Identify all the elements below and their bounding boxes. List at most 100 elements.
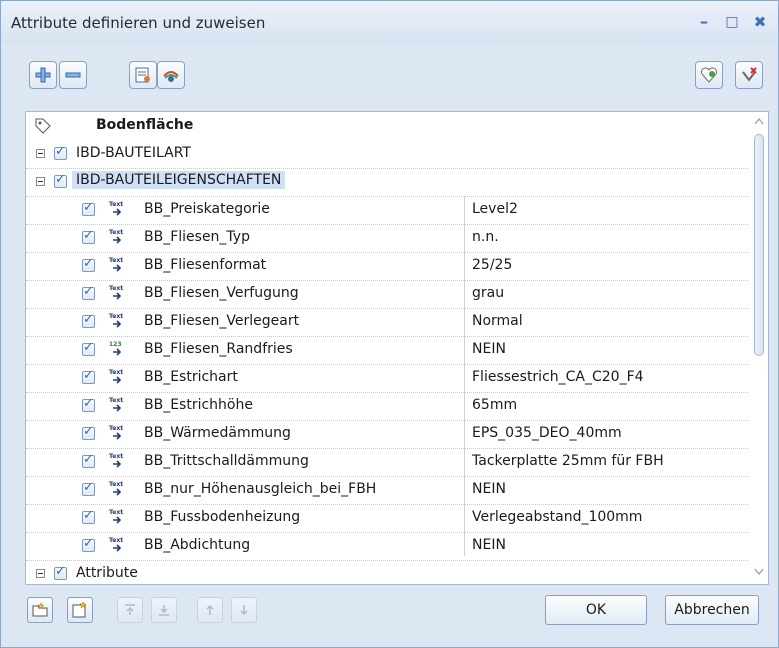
move-up-button[interactable] [197,597,223,623]
attribute-row[interactable]: Text BB_Fliesen_Verfugung grau [26,280,748,309]
delete-attribute-icon [742,67,757,82]
attribute-value[interactable]: NEIN [472,537,506,553]
attribute-checkbox[interactable] [82,396,95,412]
scroll-down-icon [754,568,764,576]
attribute-value[interactable]: Fliessestrich_CA_C20_F4 [472,369,644,385]
svg-text:Text: Text [109,537,123,544]
attribute-row[interactable]: Text BB_nur_Höhenausgleich_bei_FBH NEIN [26,476,748,505]
attribute-row[interactable]: Text BB_Trittschalldämmung Tackerplatte 25… [26,448,748,477]
add-attribute-icon [701,67,717,83]
move-top-button[interactable] [117,597,143,623]
attribute-checkbox[interactable] [82,508,95,524]
text-type-icon: Text [109,285,123,300]
group-label: IBD-BAUTEILART [76,145,191,161]
attribute-value[interactable]: Verlegeabstand_100mm [472,509,642,525]
move-down-button[interactable] [231,597,257,623]
attribute-row[interactable]: Text BB_Estrichhöhe 65mm [26,392,748,421]
group-checkbox[interactable] [54,564,67,580]
attribute-checkbox[interactable] [82,340,95,356]
move-bottom-button[interactable] [151,597,177,623]
attribute-value[interactable]: Tackerplatte 25mm für FBH [472,453,664,469]
collapse-toggle[interactable] [36,569,45,578]
svg-text:Text: Text [109,201,123,208]
attribute-value[interactable]: NEIN [472,341,506,357]
attribute-checkbox[interactable] [82,480,95,496]
svg-text:Text: Text [109,229,123,236]
scroll-thumb[interactable] [754,134,764,356]
attribute-row[interactable]: Text BB_Abdichtung NEIN [26,532,748,561]
attribute-value[interactable]: 65mm [472,397,517,413]
attribute-checkbox[interactable] [82,452,95,468]
expand-all-button[interactable] [29,61,57,89]
attribute-name: BB_Estrichart [144,369,238,385]
attribute-row[interactable]: Text BB_Wärmedämmung EPS_035_DEO_40mm [26,420,748,449]
tree-group[interactable]: Attribute [26,560,748,584]
select-attributes-button[interactable] [129,61,157,89]
attribute-name: BB_Fliesen_Verfugung [144,285,299,301]
text-type-icon: Text [109,257,123,272]
close-button[interactable]: ✖ [749,11,771,33]
maximize-button[interactable]: □ [721,11,743,33]
text-type-icon: Text [109,537,123,552]
attribute-value[interactable]: 25/25 [472,257,512,273]
svg-text:Text: Text [109,481,123,488]
attribute-checkbox[interactable] [82,200,95,216]
text-type-icon: Text [109,481,123,496]
attribute-value[interactable]: Normal [472,313,523,329]
svg-text:Text: Text [109,313,123,320]
open-favorite-button[interactable] [27,597,53,623]
attribute-row[interactable]: Text BB_Fliesen_Verlegeart Normal [26,308,748,337]
svg-text:Text: Text [109,285,123,292]
attribute-row[interactable]: Text BB_Fliesenformat 25/25 [26,252,748,281]
attribute-name: BB_Fliesenformat [144,257,267,273]
attribute-value[interactable]: grau [472,285,504,301]
group-label-selected: IBD-BAUTEILEIGENSCHAFTEN [72,171,286,189]
text-type-icon: Text [109,509,123,524]
save-favorite-button[interactable] [67,597,93,623]
tree-group[interactable]: IBD-BAUTEILEIGENSCHAFTEN [26,168,748,197]
attribute-checkbox[interactable] [82,424,95,440]
minimize-button[interactable]: – [693,11,715,33]
attribute-value[interactable]: Level2 [472,201,518,217]
arrow-down-icon [240,605,248,616]
attribute-name: BB_Fliesen_Randfries [144,341,293,357]
collapse-all-button[interactable] [59,61,87,89]
attribute-value[interactable]: NEIN [472,481,506,497]
attribute-name: BB_Fliesen_Verlegeart [144,313,300,329]
attribute-checkbox[interactable] [82,256,95,272]
group-checkbox[interactable] [54,144,67,160]
attribute-tree[interactable]: Bodenfläche IBD-BAUTEILART IBD-BAUTEILEI… [25,111,769,585]
toolbar [1,53,778,97]
attribute-checkbox[interactable] [82,284,95,300]
attribute-row[interactable]: Text BB_Preiskategorie Level2 [26,196,748,225]
cancel-button[interactable]: Abbrechen [665,595,759,625]
view-attributes-button[interactable] [157,61,185,89]
tree-group[interactable]: IBD-BAUTEILART [26,140,748,169]
attribute-checkbox[interactable] [82,312,95,328]
plus-icon [35,67,51,83]
attribute-checkbox[interactable] [82,228,95,244]
attribute-checkbox[interactable] [82,368,95,384]
svg-text:Text: Text [109,425,123,432]
delete-attribute-button[interactable] [735,61,763,89]
move-top-icon [125,604,135,615]
ok-button[interactable]: OK [545,595,647,625]
vertical-scrollbar[interactable] [750,112,768,582]
attribute-row[interactable]: Text BB_Fliesen_Typ n.n. [26,224,748,253]
text-type-icon: Text [109,229,123,244]
collapse-toggle[interactable] [36,149,45,158]
column-divider [464,196,465,556]
move-bottom-icon [159,605,169,616]
attribute-row[interactable]: Text BB_Fussbodenheizung Verlegeabstand_10… [26,504,748,533]
add-favorite-button[interactable] [695,61,723,89]
attribute-value[interactable]: EPS_035_DEO_40mm [472,425,622,441]
attribute-row[interactable]: Text BB_Estrichart Fliessestrich_CA_C20_F4 [26,364,748,393]
collapse-toggle[interactable] [36,177,45,186]
tree-root: Bodenfläche [26,112,748,140]
svg-text:Text: Text [109,257,123,264]
attribute-row[interactable]: 123 BB_Fliesen_Randfries NEIN [26,336,748,365]
attribute-checkbox[interactable] [82,536,95,552]
group-checkbox[interactable] [54,172,67,188]
text-type-icon: Text [109,453,123,468]
attribute-value[interactable]: n.n. [472,229,499,245]
